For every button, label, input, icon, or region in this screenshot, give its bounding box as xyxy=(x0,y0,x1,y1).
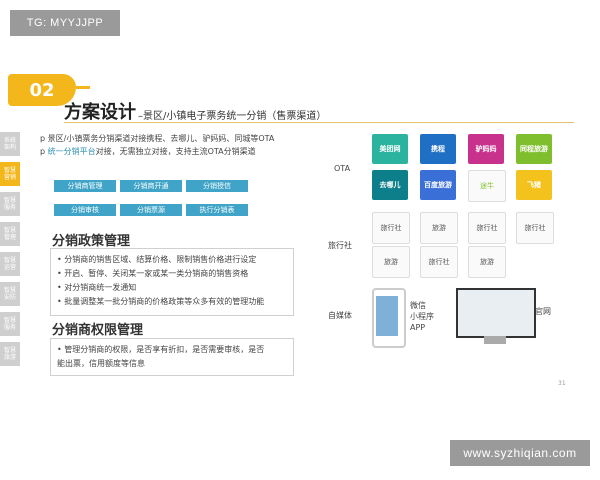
feature-chips-row-2: 分销审核 分销票源 执行分销表 xyxy=(54,204,248,216)
chip: 分销商开通 xyxy=(120,180,182,192)
sidenav-item[interactable]: 系统 架构 xyxy=(0,132,20,156)
watermark-bottom-right: www.syzhiqian.com xyxy=(450,440,590,466)
title-divider xyxy=(64,122,574,123)
title-main: 方案设计 xyxy=(64,102,136,123)
policy-title: 分销政策管理 xyxy=(52,234,131,249)
policy-item: • 对分销商统一发通知 xyxy=(57,283,137,292)
agency-logo: 旅行社 xyxy=(516,212,554,244)
monitor-stand xyxy=(484,336,506,344)
baidu-travel-logo: 百度旅游 xyxy=(420,170,456,200)
intro-line-2: p 统一分销平台对接，无需独立对接，支持主流OTA分销渠道 xyxy=(40,145,274,158)
agency-logo: 旅游 xyxy=(372,246,410,278)
watermark-top-left: TG: MYYJJPP xyxy=(10,10,120,36)
phone-mockup xyxy=(372,288,406,348)
ota-label: OTA xyxy=(334,164,351,173)
media-label: 自媒体 xyxy=(328,311,352,320)
page-number: 31 xyxy=(558,380,566,387)
chip: 分销审核 xyxy=(54,204,116,216)
agency-logo: 旅游 xyxy=(468,246,506,278)
intro-line-2-prefix: p xyxy=(40,147,48,156)
agency-logo: 旅行社 xyxy=(420,246,458,278)
sidenav-item[interactable]: 智慧 管理 xyxy=(0,222,20,246)
agency-logo: 旅游 xyxy=(420,212,458,244)
media-item: APP xyxy=(410,323,426,332)
policy-item: • 批量调整某一批分销商的价格政策等众多有效的管理功能 xyxy=(57,297,265,306)
website-label: 官网 xyxy=(535,307,551,316)
sidenav-item[interactable]: 智慧 服务 xyxy=(0,192,20,216)
intro-highlight: 统一分销平台 xyxy=(47,147,96,156)
feizhu-logo: 飞猪 xyxy=(516,170,552,200)
agency-logo: 旅行社 xyxy=(372,212,410,244)
title-subtitle: –景区/小镇电子票务统一分销（售票渠道） xyxy=(138,111,327,122)
agency-label: 旅行社 xyxy=(328,241,352,250)
permission-box: • 管理分销商的权限，是否享有折扣，是否需要审核，是否 能出票，信用额度等信息 xyxy=(50,338,294,376)
meituan-logo: 美团网 xyxy=(372,134,408,164)
media-list: 微信 小程序 APP xyxy=(410,300,434,333)
tuniu-logo: 途牛 xyxy=(468,170,506,202)
qunar-logo: 去哪儿 xyxy=(372,170,408,200)
badge-accent-line xyxy=(76,86,90,89)
sidenav-item[interactable]: 智慧 运营 xyxy=(0,252,20,276)
chip: 分销票源 xyxy=(120,204,182,216)
monitor-mockup xyxy=(456,288,536,338)
agency-logo: 旅行社 xyxy=(468,212,506,244)
feature-chips-row-1: 分销商管理 分销商开通 分销授信 xyxy=(54,180,248,192)
sidenav-item[interactable]: 智慧 安防 xyxy=(0,282,20,306)
lvmama-logo: 驴妈妈 xyxy=(468,134,504,164)
permission-title: 分销商权限管理 xyxy=(52,323,144,338)
sidenav-item[interactable]: 智慧 旅游 xyxy=(0,342,20,366)
media-item: 微信 xyxy=(410,301,426,310)
slide: 02 方案设计 –景区/小镇电子票务统一分销（售票渠道） 系统 架构 智慧 营销 智… xyxy=(0,68,600,408)
chip: 分销商管理 xyxy=(54,180,116,192)
slide-title: 方案设计 –景区/小镇电子票务统一分销（售票渠道） xyxy=(64,98,326,124)
permission-item: • 管理分销商的权限，是否享有折扣，是否需要审核，是否 xyxy=(57,345,265,354)
policy-item: • 分销商的销售区域、结算价格、限制销售价格进行设定 xyxy=(57,255,257,264)
policy-item: • 开启、暂停、关闭某一家或某一类分销商的销售资格 xyxy=(57,269,249,278)
intro-line-2-rest: 对接，无需独立对接，支持主流OTA分销渠道 xyxy=(95,147,256,156)
tongcheng-logo: 同程旅游 xyxy=(516,134,552,164)
sidenav-item[interactable]: 智慧 服务 xyxy=(0,312,20,336)
permission-item: 能出票，信用额度等信息 xyxy=(57,359,145,368)
ctrip-logo: 携程 xyxy=(420,134,456,164)
media-item: 小程序 xyxy=(410,312,434,321)
chip: 分销授信 xyxy=(186,180,248,192)
policy-box: • 分销商的销售区域、结算价格、限制销售价格进行设定 • 开启、暂停、关闭某一家… xyxy=(50,248,294,316)
side-navigation: 系统 架构 智慧 营销 智慧 服务 智慧 管理 智慧 运营 智慧 安防 智慧 服务 智慧 旅游 xyxy=(0,132,20,372)
chip: 执行分销表 xyxy=(186,204,248,216)
sidenav-item-active[interactable]: 智慧 营销 xyxy=(0,162,20,186)
intro-bullets: p 景区/小镇票务分销渠道对接携程、去哪儿、驴妈妈、同城等OTA p 统一分销平… xyxy=(40,132,274,158)
intro-line-1: p 景区/小镇票务分销渠道对接携程、去哪儿、驴妈妈、同城等OTA xyxy=(40,134,275,143)
